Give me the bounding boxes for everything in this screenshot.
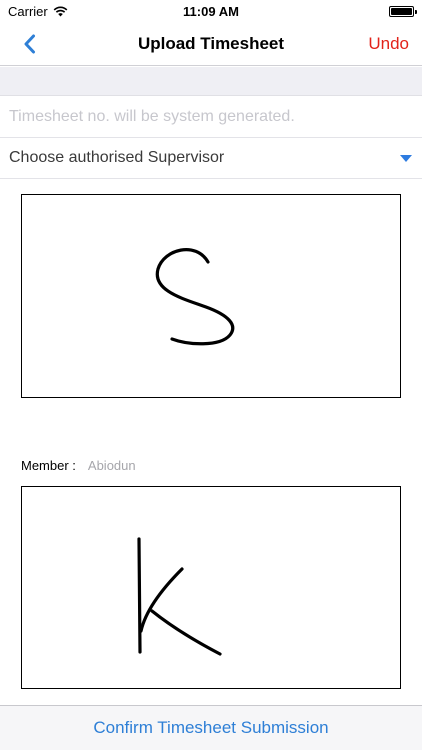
member-row: Member : Abiodun (21, 458, 136, 473)
confirm-submission-button[interactable]: Confirm Timesheet Submission (0, 705, 422, 750)
navigation-bar: Upload Timesheet Undo (0, 22, 422, 66)
wifi-icon (53, 6, 68, 16)
back-button[interactable] (14, 30, 44, 58)
battery-fill (391, 7, 412, 15)
timesheet-number-row (0, 96, 422, 138)
confirm-submission-label: Confirm Timesheet Submission (93, 718, 329, 737)
status-bar: Carrier 11:09 AM (0, 0, 422, 22)
carrier-label: Carrier (8, 3, 48, 19)
timesheet-number-input[interactable] (9, 107, 409, 126)
chevron-left-icon (24, 34, 35, 54)
signature-stroke (137, 537, 222, 656)
signature-stroke (155, 248, 235, 346)
battery-icon (389, 5, 417, 17)
member-name: Abiodun (87, 458, 136, 473)
undo-button[interactable]: Undo (368, 34, 409, 54)
section-separator (0, 67, 422, 96)
page-title: Upload Timesheet (137, 33, 285, 53)
supervisor-select-label: Choose authorised Supervisor (9, 149, 225, 166)
member-label: Member : (21, 458, 76, 473)
caret-down-icon (400, 155, 412, 162)
supervisor-select[interactable]: Choose authorised Supervisor (0, 138, 422, 179)
member-signature-pad[interactable] (21, 486, 401, 689)
status-left: Carrier (8, 4, 68, 19)
supervisor-signature-pad[interactable] (21, 194, 401, 398)
